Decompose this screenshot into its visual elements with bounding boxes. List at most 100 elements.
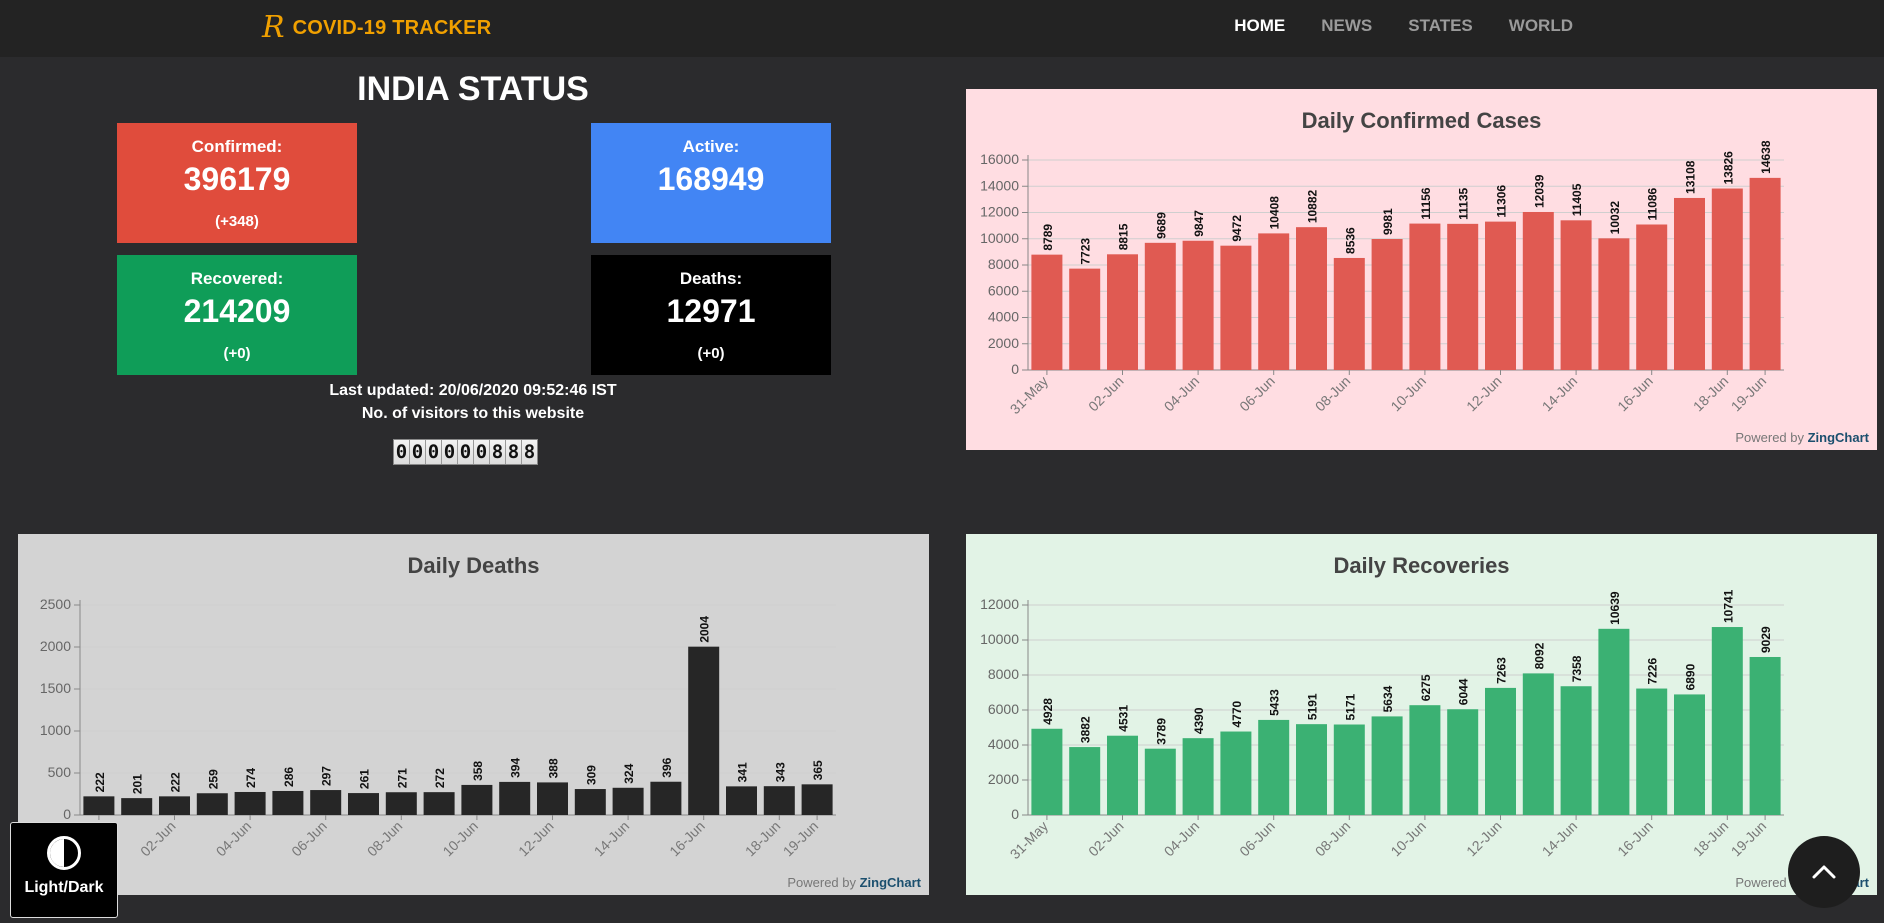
counter-digit: 0 xyxy=(426,440,442,464)
chart-bar xyxy=(1296,724,1327,815)
confirmed-value: 396179 xyxy=(183,161,291,197)
bar-value-label: 222 xyxy=(93,772,107,792)
nav-home[interactable]: HOME xyxy=(1234,16,1285,36)
y-tick-label: 0 xyxy=(63,806,71,822)
chart-bar xyxy=(1409,705,1441,815)
chart-title: Daily Recoveries xyxy=(1333,553,1509,578)
deaths-chart-panel: Daily Deaths 0 500 1000 1500 2000 2500 222 201 22… xyxy=(18,534,929,895)
bar-value-label: 9472 xyxy=(1230,215,1244,242)
chart-bar xyxy=(726,786,757,815)
chart-bar xyxy=(612,787,644,815)
chart-bar xyxy=(1371,716,1403,815)
chart-bar xyxy=(1333,257,1365,370)
last-updated-text: Last updated: 20/06/2020 09:52:46 IST xyxy=(329,382,617,399)
chart-bar xyxy=(1522,673,1554,815)
deaths-chart: Daily Deaths 0 500 1000 1500 2000 2500 222 201 22… xyxy=(18,534,929,895)
counter-digit: 8 xyxy=(522,440,537,464)
chart-bar xyxy=(1711,627,1743,815)
bar-value-label: 274 xyxy=(244,768,258,788)
chart-bar xyxy=(1674,197,1705,370)
chart-bar xyxy=(1296,227,1327,370)
chart-bar xyxy=(1333,724,1365,815)
bar-value-label: 14638 xyxy=(1759,140,1773,174)
chart-title: Daily Confirmed Cases xyxy=(1302,108,1542,133)
chart-bar xyxy=(1749,177,1781,370)
navbar: R COVID-19 TRACKER HOME NEWS STATES WORL… xyxy=(0,0,1884,57)
y-tick-label: 1000 xyxy=(40,722,71,738)
bar-value-label: 341 xyxy=(736,762,750,782)
nav-news[interactable]: NEWS xyxy=(1321,16,1372,36)
chart-bar xyxy=(1711,188,1743,370)
chart-bar xyxy=(650,781,682,815)
bar-value-label: 5191 xyxy=(1306,693,1320,720)
y-tick-label: 8000 xyxy=(988,256,1019,272)
bar-value-label: 10408 xyxy=(1268,196,1282,230)
recovered-label: Recovered: xyxy=(190,269,284,288)
chart-bar xyxy=(1447,709,1479,815)
deaths-value: 12971 xyxy=(666,293,756,329)
bar-value-label: 396 xyxy=(660,757,674,777)
chart-bar xyxy=(1069,268,1101,370)
chart-bar xyxy=(196,793,228,815)
chart-bar xyxy=(1371,238,1403,370)
chart-bar xyxy=(1031,728,1063,815)
recoveries-chart-panel: Daily Recoveries 0 2000 4000 6000 8000 10000 12… xyxy=(966,534,1877,895)
recoveries-chart: Daily Recoveries 0 2000 4000 6000 8000 10000 12… xyxy=(966,534,1877,895)
bar-value-label: 394 xyxy=(509,758,523,778)
nav-states[interactable]: STATES xyxy=(1408,16,1473,36)
bar-value-label: 4928 xyxy=(1041,698,1055,725)
brand-link[interactable]: R COVID-19 TRACKER xyxy=(262,12,491,44)
chart-title: Daily Deaths xyxy=(407,553,539,578)
light-dark-toggle-button[interactable]: Light/Dark xyxy=(10,822,118,918)
bar-value-label: 9029 xyxy=(1759,626,1773,653)
bar-value-label: 7226 xyxy=(1646,658,1660,685)
active-card: Active: 168949 xyxy=(591,123,831,243)
chart-bar xyxy=(1220,731,1252,815)
chart-bar xyxy=(499,781,531,815)
bar-value-label: 12039 xyxy=(1532,174,1546,208)
bar-value-label: 272 xyxy=(433,768,447,788)
chart-bar xyxy=(423,792,455,815)
bar-value-label: 3882 xyxy=(1079,716,1093,743)
bar-value-label: 13826 xyxy=(1721,151,1735,185)
chart-bar xyxy=(1258,233,1290,370)
bar-value-label: 9981 xyxy=(1381,208,1395,235)
powered-by-label[interactable]: Powered by ZingChart xyxy=(1735,430,1869,445)
chart-bar xyxy=(1182,240,1214,370)
bar-value-label: 7358 xyxy=(1570,655,1584,682)
y-tick-label: 10000 xyxy=(980,631,1019,647)
chart-bar xyxy=(385,792,417,815)
active-label: Active: xyxy=(682,137,740,156)
y-tick-label: 2000 xyxy=(988,771,1019,787)
chart-bar xyxy=(159,796,190,815)
bar-value-label: 4531 xyxy=(1117,705,1131,732)
y-tick-label: 2500 xyxy=(40,596,71,612)
bar-value-label: 11306 xyxy=(1495,185,1509,218)
chart-bar xyxy=(1598,628,1630,815)
bar-value-label: 365 xyxy=(811,760,825,780)
chart-bar xyxy=(461,784,493,815)
bar-value-label: 358 xyxy=(471,761,485,781)
chart-bar xyxy=(1220,245,1252,370)
bar-value-label: 8789 xyxy=(1041,224,1055,251)
scroll-to-top-button[interactable] xyxy=(1788,836,1860,908)
bar-value-label: 11156 xyxy=(1419,187,1433,219)
chart-bar xyxy=(1636,224,1668,370)
visitors-label: No. of visitors to this website xyxy=(361,405,585,422)
powered-by-label[interactable]: Powered by ZingChart xyxy=(787,875,921,890)
y-tick-label: 4000 xyxy=(988,309,1019,325)
contrast-icon xyxy=(47,836,81,870)
y-tick-label: 8000 xyxy=(988,666,1019,682)
active-value: 168949 xyxy=(657,161,765,197)
deaths-delta: (+0) xyxy=(697,345,725,362)
y-tick-label: 4000 xyxy=(988,736,1019,752)
page-title: INDIA STATUS xyxy=(357,70,589,108)
y-tick-label: 500 xyxy=(48,764,72,780)
counter-digit: 0 xyxy=(410,440,426,464)
recovered-card: Recovered: 214209 (+0) xyxy=(117,255,357,375)
nav-world[interactable]: WORLD xyxy=(1509,16,1573,36)
bar-value-label: 11086 xyxy=(1646,187,1660,220)
chart-bar xyxy=(688,646,720,815)
brand-logo-icon: R xyxy=(262,10,285,45)
bar-value-label: 261 xyxy=(358,769,372,789)
